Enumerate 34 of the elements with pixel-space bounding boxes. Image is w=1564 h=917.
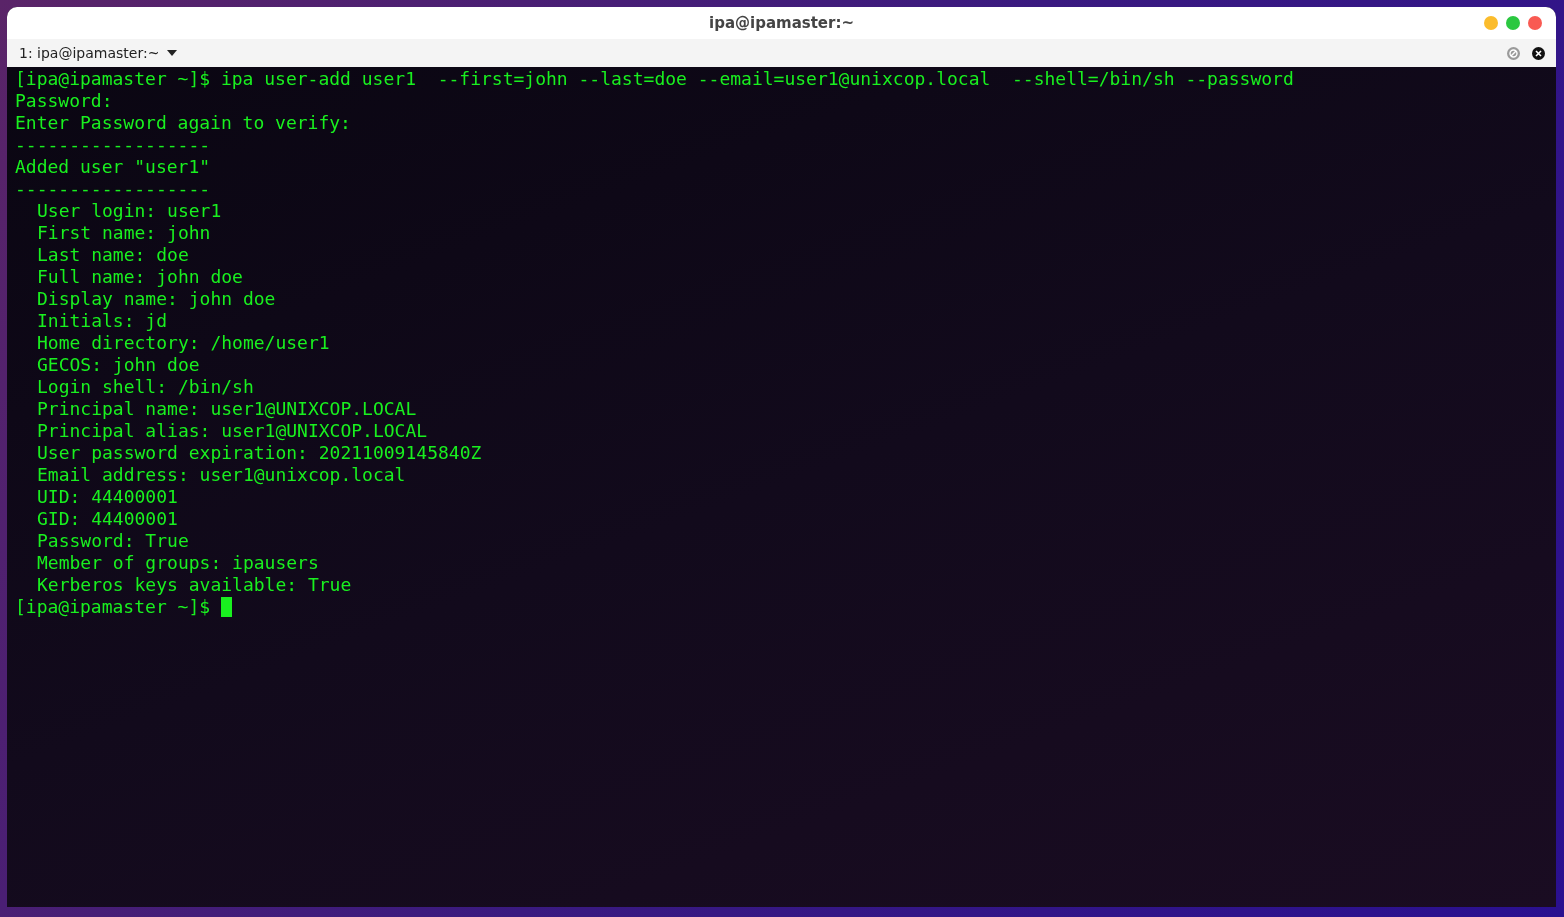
output-line: Principal alias: user1@UNIXCOP.LOCAL <box>37 420 428 442</box>
terminal-tab[interactable]: 1: ipa@ipamaster:~ <box>19 43 178 63</box>
command-line: [ipa@ipamaster ~]$ ipa user-add user1 --first=john --last=doe --email=user1@unixcop.local --shell=/bin/sh --password <box>15 68 1294 90</box>
close-tab-icon[interactable] <box>1532 46 1545 60</box>
blocked-icon[interactable] <box>1507 46 1520 60</box>
window-title: ipa@ipamaster:~ <box>709 14 854 32</box>
output-line: Display name: john doe <box>37 288 276 310</box>
shell-prompt: [ipa@ipamaster ~]$ <box>15 596 211 618</box>
output-line: ------------------ <box>15 134 211 156</box>
output-line: First name: john <box>37 222 211 244</box>
text-cursor <box>221 597 233 617</box>
close-button[interactable] <box>1528 16 1542 30</box>
output-line: User login: user1 <box>37 200 222 222</box>
output-line: Login shell: /bin/sh <box>37 376 254 398</box>
output-line: ------------------ <box>15 178 211 200</box>
output-line: Last name: doe <box>37 244 189 266</box>
output-line: User password expiration: 20211009145840Z <box>37 442 482 464</box>
output-line: Initials: jd <box>37 310 168 332</box>
output-line: Password: True <box>37 530 189 552</box>
output-line: Enter Password again to verify: <box>15 112 351 134</box>
output-line: GECOS: john doe <box>37 354 200 376</box>
output-line: Principal name: user1@UNIXCOP.LOCAL <box>37 398 417 420</box>
output-line: UID: 44400001 <box>37 486 178 508</box>
output-line: Email address: user1@unixcop.local <box>37 464 406 486</box>
caret-icon <box>167 50 178 56</box>
output-line: Added user "user1" <box>15 156 211 178</box>
maximize-button[interactable] <box>1506 16 1520 30</box>
output-line: Password: <box>15 90 113 112</box>
output-line: Member of groups: ipausers <box>37 552 319 574</box>
minimize-button[interactable] <box>1484 16 1498 30</box>
output-line: Full name: john doe <box>37 266 243 288</box>
output-line: Kerberos keys available: True <box>37 574 352 596</box>
output-line: GID: 44400001 <box>37 508 178 530</box>
output-line: Home directory: /home/user1 <box>37 332 330 354</box>
